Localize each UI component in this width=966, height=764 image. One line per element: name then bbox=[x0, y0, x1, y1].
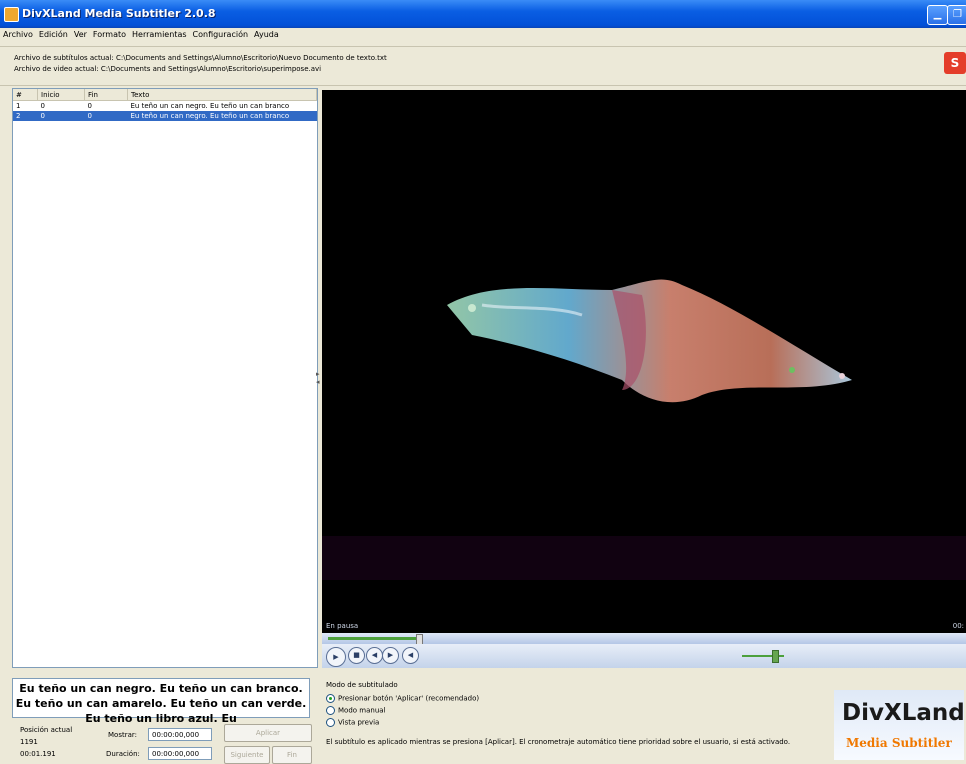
panel-splitter[interactable]: ▸ ◂ bbox=[316, 370, 320, 390]
row-text: Eu teño un can negro. Eu teño un can bra… bbox=[130, 102, 290, 110]
row-number: 2 bbox=[13, 111, 38, 121]
window-title: DivXLand Media Subtitler 2.0.8 bbox=[22, 7, 216, 20]
seek-progress bbox=[328, 637, 422, 640]
restore-button[interactable]: ❐ bbox=[947, 5, 966, 25]
mode-manual-label: Modo manual bbox=[338, 706, 386, 715]
apply-button[interactable]: Aplicar bbox=[224, 724, 312, 742]
menu-bar: Archivo Edición Ver Formato Herramientas Conf… bbox=[0, 28, 966, 44]
previous-button[interactable]: ◀ bbox=[366, 647, 383, 664]
row-start: 0 bbox=[40, 102, 45, 110]
title-bar: DivXLand Media Subtitler 2.0.8 ▁ ❐ bbox=[0, 0, 966, 28]
video-file-path: Archivo de video actual: C:\Documents an… bbox=[14, 65, 322, 73]
brand-name: DivXLand bbox=[842, 700, 965, 726]
row-text: Eu teño un can negro. Eu teño un can bra… bbox=[127, 111, 317, 121]
video-area[interactable] bbox=[322, 90, 966, 620]
duration-field[interactable]: 00:00:00,000 bbox=[148, 747, 212, 760]
menu-herramientas[interactable]: Herramientas bbox=[129, 28, 190, 41]
list-item[interactable]: 1 0 0 Eu teño un can negro. Eu teño un c… bbox=[13, 101, 317, 112]
player-controls: ▶ ■ ◀ ▶ ◀ bbox=[322, 644, 966, 668]
subtitle-band bbox=[322, 536, 966, 580]
menu-ver[interactable]: Ver bbox=[71, 28, 90, 41]
end-button[interactable]: Fin bbox=[272, 746, 312, 764]
menu-ayuda[interactable]: Ayuda bbox=[251, 28, 282, 41]
seek-bar[interactable] bbox=[322, 633, 966, 645]
volume-thumb[interactable] bbox=[772, 650, 779, 663]
row-end: 0 bbox=[84, 111, 128, 121]
menu-formato[interactable]: Formato bbox=[90, 28, 129, 41]
radio-icon bbox=[326, 706, 335, 715]
menu-edicion[interactable]: Edición bbox=[36, 28, 71, 41]
playback-time: 00: bbox=[952, 622, 964, 630]
playback-status: En pausa bbox=[326, 622, 359, 630]
mute-button[interactable]: ◀ bbox=[402, 647, 419, 664]
mode-apply-radio[interactable]: Presionar botón 'Aplicar' (recomendado) bbox=[326, 694, 479, 703]
mode-note: El subtítulo es aplicado mientras se pre… bbox=[326, 738, 791, 746]
mode-apply-label: Presionar botón 'Aplicar' (recomendado) bbox=[338, 694, 480, 703]
list-item-selected[interactable]: 2 0 0 Eu teño un can negro. Eu teño un c… bbox=[13, 111, 317, 121]
mode-title: Modo de subtitulado bbox=[326, 681, 398, 689]
app-icon bbox=[4, 7, 19, 22]
video-frame-image bbox=[447, 279, 852, 403]
show-time-field[interactable]: 00:00:00,000 bbox=[148, 728, 212, 741]
row-number: 1 bbox=[16, 102, 21, 110]
col-end[interactable]: Fin bbox=[84, 89, 128, 101]
position-label: Posición actual bbox=[20, 726, 73, 734]
list-header: # Inicio Fin Texto bbox=[13, 89, 317, 101]
menu-configuracion[interactable]: Configuración bbox=[190, 28, 252, 41]
subtitle-file-path: Archivo de subtítulos actual: C:\Documen… bbox=[14, 54, 387, 62]
mode-manual-radio[interactable]: Modo manual bbox=[326, 706, 386, 715]
mode-preview-label: Vista previa bbox=[338, 718, 380, 727]
next-button[interactable]: ▶ bbox=[382, 647, 399, 664]
menu-archivo[interactable]: Archivo bbox=[0, 28, 36, 41]
current-subtitle-text[interactable]: Eu teño un can negro. Eu teño un can bra… bbox=[12, 678, 310, 725]
player-status-bar: En pausa 00: bbox=[322, 620, 966, 633]
file-info-panel: Archivo de subtítulos actual: C:\Documen… bbox=[0, 46, 966, 86]
brand-logo: DivXLand Media Subtitler bbox=[834, 690, 965, 760]
subtitler-logo-icon: S bbox=[944, 52, 966, 74]
position-frame: 1191 bbox=[20, 738, 38, 746]
play-button[interactable]: ▶ bbox=[326, 647, 346, 667]
radio-icon bbox=[326, 718, 335, 727]
subtitle-list[interactable]: # Inicio Fin Texto 1 0 0 Eu teño un can … bbox=[12, 88, 318, 668]
col-start[interactable]: Inicio bbox=[37, 89, 85, 101]
col-text[interactable]: Texto bbox=[127, 89, 317, 101]
show-label: Mostrar: bbox=[108, 731, 137, 739]
col-number[interactable]: # bbox=[13, 89, 38, 101]
minimize-button[interactable]: ▁ bbox=[927, 5, 948, 25]
position-time: 00:01.191 bbox=[20, 750, 56, 758]
next-subtitle-button[interactable]: Siguiente bbox=[224, 746, 270, 764]
brand-subtitle: Media Subtitler bbox=[846, 736, 952, 750]
row-end: 0 bbox=[87, 102, 92, 110]
row-start: 0 bbox=[37, 111, 85, 121]
stop-button[interactable]: ■ bbox=[348, 647, 365, 664]
radio-selected-icon bbox=[326, 694, 335, 703]
mode-preview-radio[interactable]: Vista previa bbox=[326, 718, 379, 727]
duration-label: Duración: bbox=[106, 750, 140, 758]
